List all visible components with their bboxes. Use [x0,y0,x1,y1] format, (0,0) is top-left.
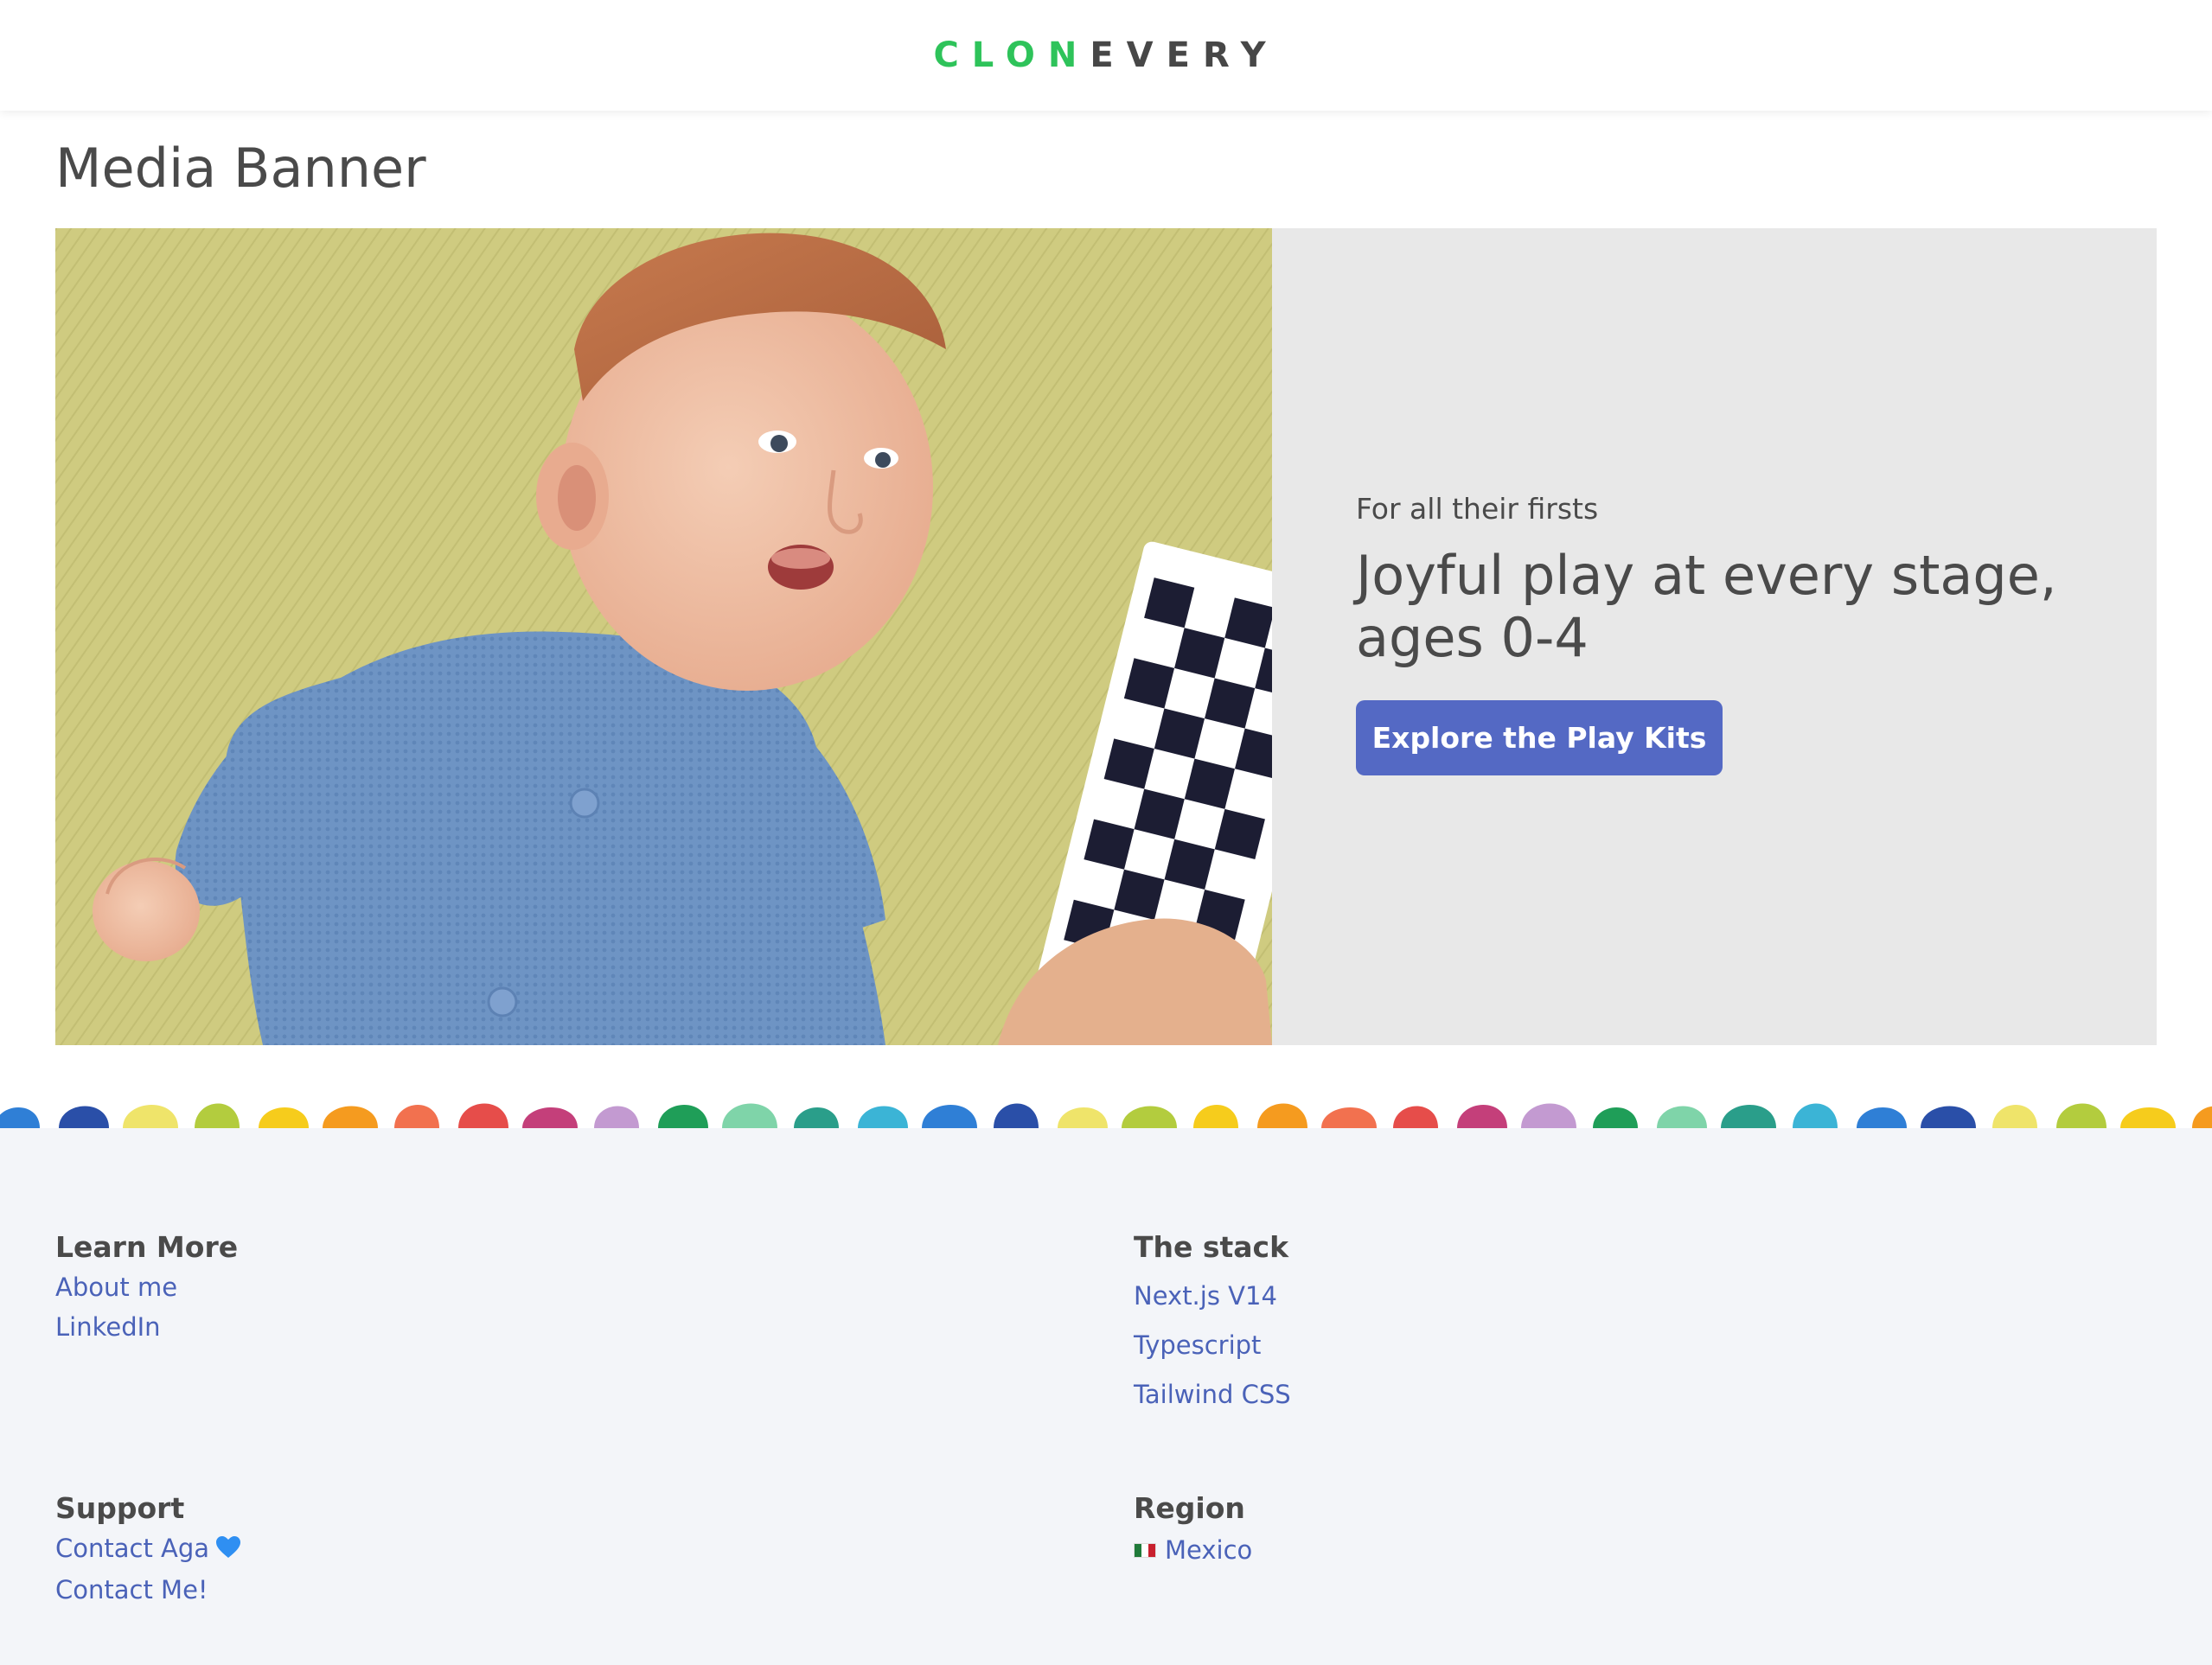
about-me-link[interactable]: About me [55,1273,238,1302]
banner-eyebrow: For all their firsts [1356,492,1599,526]
paint-dot [858,1106,908,1128]
paint-dot [1793,1103,1838,1128]
explore-play-kits-button[interactable]: Explore the Play Kits [1356,700,1723,775]
page-title: Media Banner [55,137,426,200]
contact-me-link[interactable]: Contact Me! [55,1575,240,1604]
region-mexico-link[interactable]: Mexico [1134,1535,1252,1565]
paint-dot [1521,1103,1576,1128]
paint-dot [658,1104,708,1128]
paint-dot [1721,1104,1776,1128]
paint-dot [1122,1106,1177,1128]
paint-dot [0,1107,40,1128]
paint-dot [1657,1106,1707,1128]
footer-heading-stack: The stack [1134,1230,1289,1264]
contact-aga-label: Contact Aga [55,1534,210,1563]
paint-dot [123,1104,178,1128]
paint-dot [259,1107,309,1128]
paint-dot [323,1106,378,1128]
paint-dot [458,1103,508,1128]
media-banner: For all their firsts Joyful play at ever… [55,228,2157,1045]
paint-dot [594,1106,639,1128]
clonevery-logo[interactable]: CLON EVERY [933,35,1278,75]
paint-dot [1257,1103,1307,1128]
region-country-label: Mexico [1165,1535,1253,1565]
nextjs-link[interactable]: Next.js V14 [1134,1281,1291,1311]
paint-dot [1193,1104,1238,1128]
site-header: CLON EVERY [0,0,2212,111]
contact-aga-link[interactable]: Contact Aga [55,1534,241,1565]
paint-dot [522,1107,578,1128]
baby-photo-image [55,228,1272,1045]
footer-learn-more: Learn More About me LinkedIn [55,1230,238,1352]
paint-dot [2120,1107,2176,1128]
paint-dot [2192,1106,2212,1128]
paint-dot [195,1103,240,1128]
paint-dot [1921,1106,1976,1128]
footer-heading-learn-more: Learn More [55,1230,239,1264]
banner-headline: Joyful play at every stage, ages 0-4 [1356,544,2057,669]
paint-dot [1593,1107,1638,1128]
logo-part-every: EVERY [1090,35,1279,75]
typescript-link[interactable]: Typescript [1134,1330,1291,1360]
paint-dot [59,1106,109,1128]
paint-dot [2056,1103,2107,1128]
paint-dot [922,1104,977,1128]
paint-dot [1992,1104,2037,1128]
paint-dots-divider [0,1085,2212,1128]
tailwind-css-link[interactable]: Tailwind CSS [1134,1380,1291,1409]
banner-content: For all their firsts Joyful play at ever… [1356,492,2100,775]
paint-dot [722,1103,777,1128]
site-footer: Learn More About me LinkedIn The stack N… [0,1128,2212,1665]
footer-region: Region Mexico [1134,1491,1252,1565]
footer-heading-region: Region [1134,1491,1245,1525]
footer-heading-support: Support [55,1491,185,1525]
footer-support: Support Contact Aga Contact Me! [55,1491,241,1615]
paint-dot [1393,1106,1438,1128]
blue-heart-icon [216,1535,241,1565]
paint-dot [794,1107,839,1128]
paint-dot [994,1103,1039,1128]
paint-dot [394,1104,439,1128]
footer-the-stack: The stack Next.js V14 Typescript Tailwin… [1134,1230,1291,1429]
paint-dot [1457,1104,1507,1128]
mexico-flag-icon [1134,1542,1156,1558]
paint-dot [1857,1107,1907,1128]
paint-dot [1321,1107,1377,1128]
linkedin-link[interactable]: LinkedIn [55,1312,238,1342]
logo-part-clon: CLON [933,35,1090,75]
paint-dot [1058,1107,1108,1128]
